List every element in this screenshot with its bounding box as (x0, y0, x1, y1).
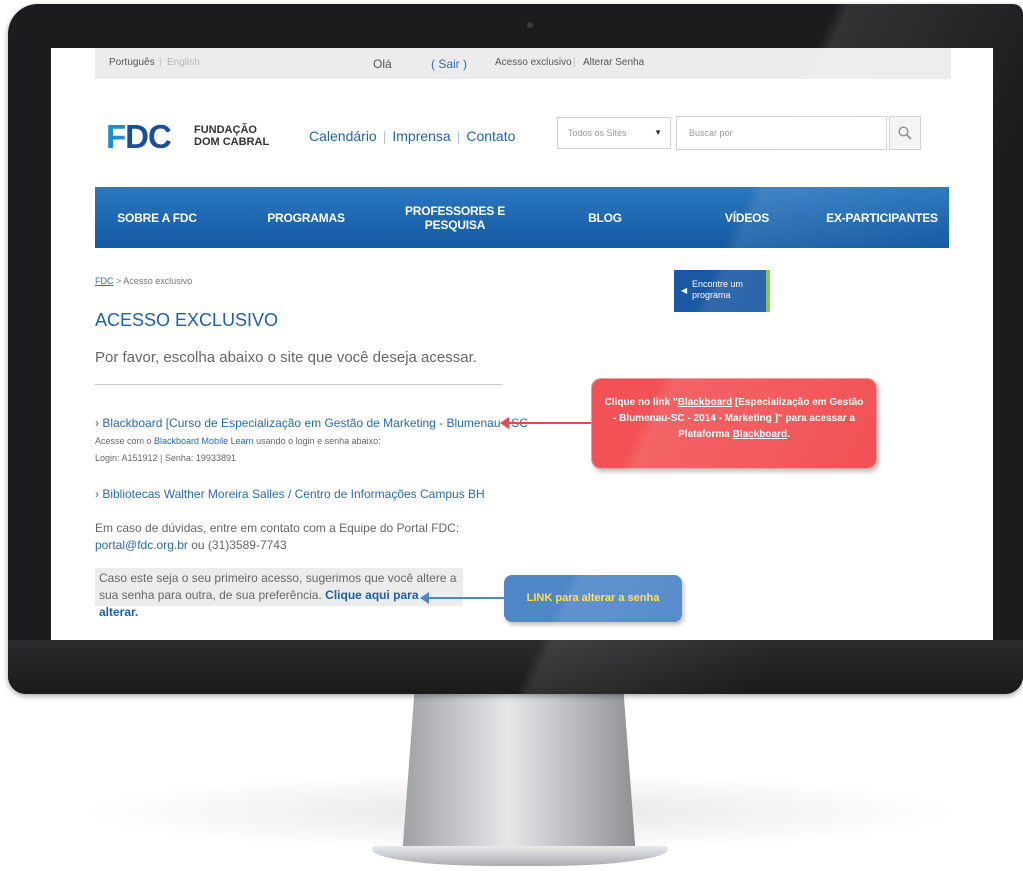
contact-link[interactable]: Contato (466, 128, 515, 144)
blue-callout-arrow (420, 592, 504, 604)
intro-text: Por favor, escolha abaixo o site que voc… (95, 349, 477, 366)
nav-item-ex-participantes[interactable]: EX-PARTICIPANTES (815, 187, 949, 248)
breadcrumb-home-link[interactable]: FDC (95, 276, 114, 286)
logout-link[interactable]: ( Sair ) (431, 57, 467, 71)
logo-wordmark: FUNDAÇÃO DOM CABRAL (194, 124, 270, 148)
mobile-learn-link[interactable]: Blackboard Mobile Learn (154, 436, 254, 446)
library-link[interactable]: › Bibliotecas Walther Moreira Salles / C… (95, 487, 485, 501)
page-title: ACESSO EXCLUSIVO (95, 310, 279, 330)
press-link[interactable]: Imprensa (392, 128, 450, 144)
blackboard-callout: Clique no link "Blackboard [Especializaç… (591, 378, 877, 469)
nav-item-videos[interactable]: VÍDEOS (707, 187, 787, 248)
blackboard-note: Acesse com o Blackboard Mobile Learn usa… (95, 436, 381, 446)
separator: | (573, 57, 576, 68)
nav-item-programas[interactable]: PROGRAMAS (255, 187, 357, 248)
language-english-link[interactable]: English (167, 57, 200, 68)
chevron-left-icon: ◀ (681, 286, 688, 295)
nav-item-blog[interactable]: BLOG (565, 187, 645, 248)
monitor-stand-base (372, 846, 668, 866)
search-button[interactable] (889, 116, 921, 150)
monitor-stand (402, 694, 636, 852)
monitor-chin (8, 640, 1023, 694)
password-link-callout: LINK para alterar a senha (504, 575, 682, 622)
site-scope-select[interactable]: Todos os Sites ▼ (557, 117, 671, 149)
logo-mark: FDC (106, 118, 172, 155)
nav-item-sobre[interactable]: SOBRE A FDC (95, 187, 219, 248)
greeting-text: Olá (373, 57, 392, 71)
search-input[interactable]: Buscar por (676, 116, 887, 150)
language-portuguese-link[interactable]: Português (109, 57, 155, 68)
help-text: Em caso de dúvidas, entre em contato com… (95, 521, 460, 535)
divider (95, 384, 503, 385)
header-quick-links: Calendário | Imprensa | Contato (309, 128, 516, 144)
camera-icon (527, 22, 533, 28)
nav-item-professores[interactable]: PROFESSORES E PESQUISA (395, 187, 515, 248)
search-icon (898, 126, 912, 140)
fdc-logo[interactable]: FDC FUNDAÇÃO DOM CABRAL (106, 118, 286, 155)
browser-screen: Português | English Olá ( Sair ) Acesso … (51, 48, 993, 640)
breadcrumb: FDC > Acesso exclusivo (95, 276, 193, 286)
red-callout-arrow (500, 417, 592, 429)
find-program-button[interactable]: ◀ Encontre um programa (674, 270, 770, 312)
utility-bar: Português | English Olá ( Sair ) Acesso … (95, 48, 951, 79)
password-notice: Caso este seja o seu primeiro acesso, su… (95, 568, 463, 619)
login-credentials: Login: A151912 | Senha: 19933891 (95, 453, 236, 463)
blackboard-link[interactable]: › Blackboard [Curso de Especialização em… (95, 416, 528, 430)
portal-email-link[interactable]: portal@fdc.org.br (95, 538, 188, 552)
main-navigation: SOBRE A FDC PROGRAMAS PROFESSORES E PESQ… (95, 187, 949, 248)
dropdown-arrow-icon: ▼ (654, 128, 662, 137)
breadcrumb-current: Acesso exclusivo (123, 276, 193, 286)
calendar-link[interactable]: Calendário (309, 128, 377, 144)
change-password-link[interactable]: Alterar Senha (583, 57, 644, 68)
exclusive-access-link[interactable]: Acesso exclusivo (495, 57, 572, 68)
separator: | (159, 57, 162, 68)
help-contact: portal@fdc.org.br ou (31)3589-7743 (95, 538, 287, 552)
